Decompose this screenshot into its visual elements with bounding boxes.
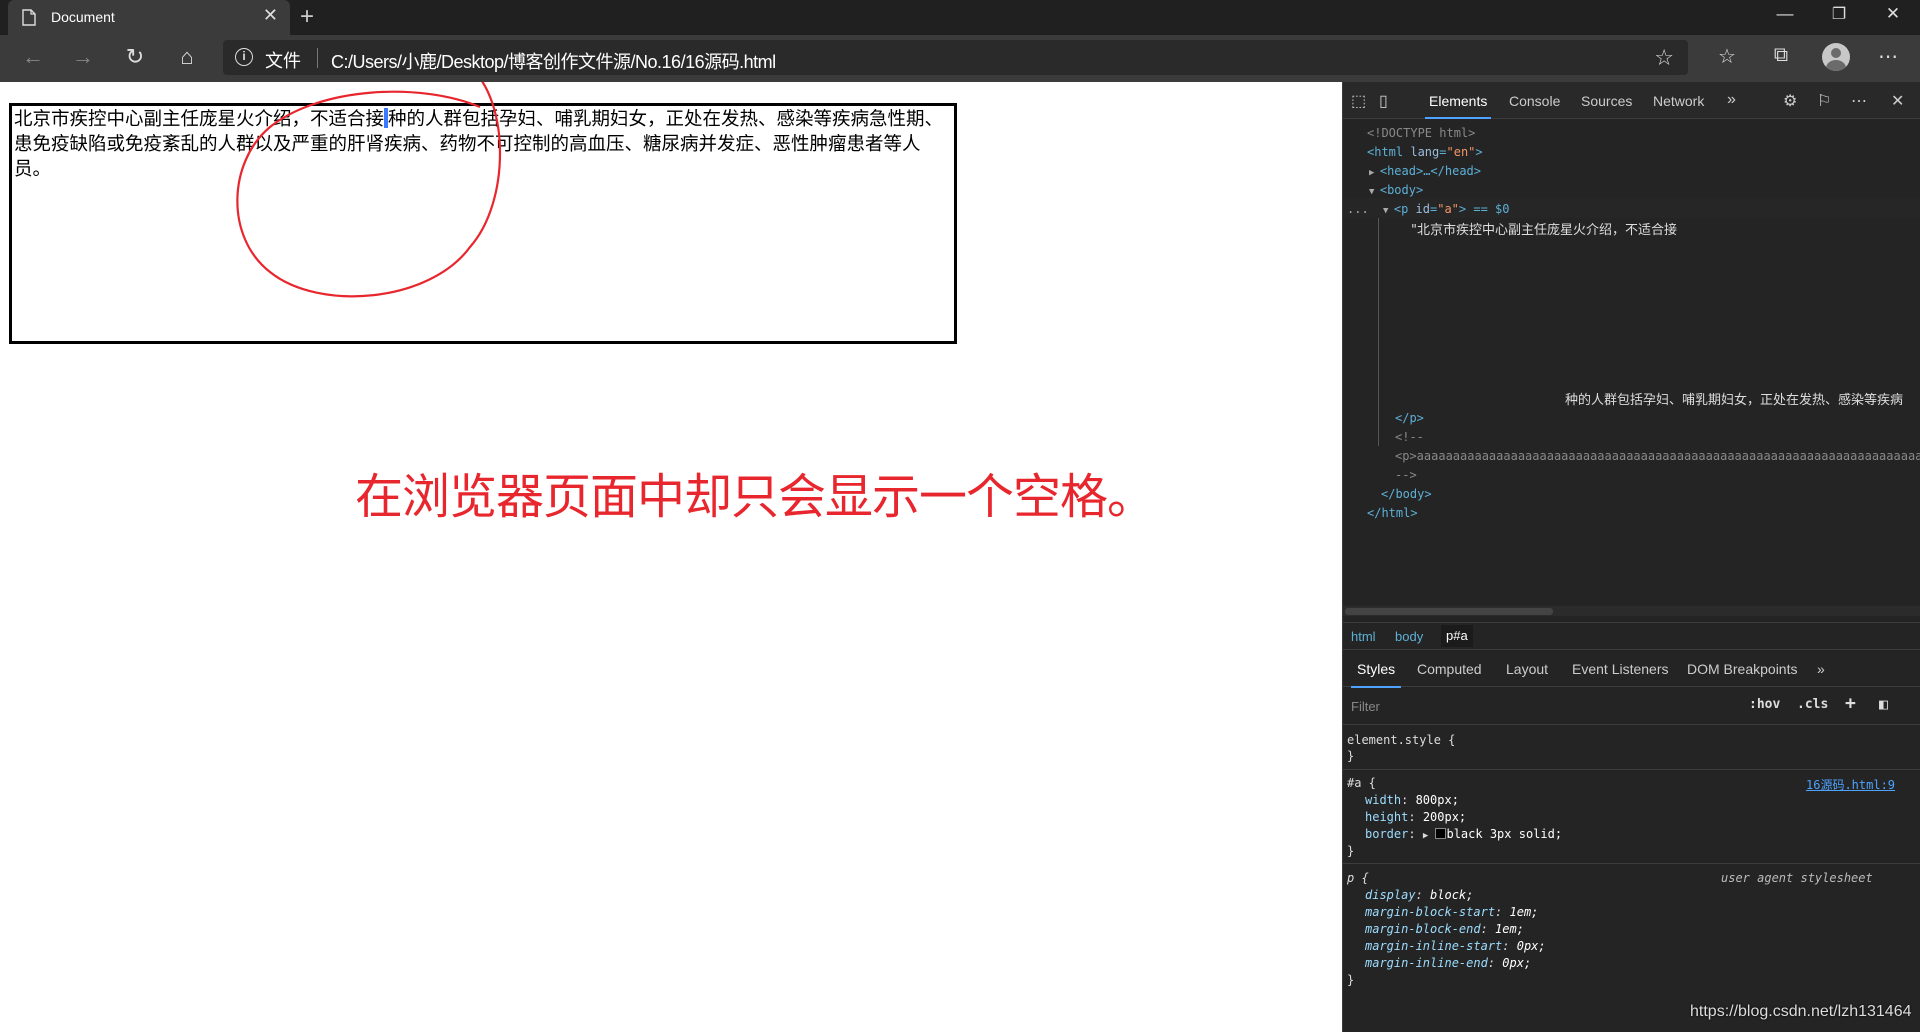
breadcrumb-body[interactable]: body (1395, 629, 1423, 644)
minimize-icon[interactable]: — (1762, 4, 1808, 24)
prop-display: display: block; (1365, 888, 1474, 902)
breadcrumb: html body p#a (1343, 622, 1920, 650)
refresh-icon[interactable]: ↻ (120, 44, 150, 70)
new-tab-icon[interactable]: + (300, 3, 314, 31)
browser-toolbar: ← → ↻ ⌂ i 文件 C:/Users/小鹿/Desktop/博客创作文件源… (0, 35, 1920, 82)
cls-button[interactable]: .cls (1797, 697, 1828, 712)
browser-tab[interactable]: Document ✕ (8, 0, 290, 35)
address-prefix: 文件 (265, 51, 301, 71)
tab-dom-breakpoints[interactable]: DOM Breakpoints (1687, 661, 1797, 677)
prop-margin-inline-end: margin-inline-end: 0px; (1365, 956, 1532, 970)
text-node-line-1[interactable]: "北京市疾控中心副主任庞星火介绍，不适合接 (1411, 219, 1677, 238)
html-close-tag[interactable]: </html> (1367, 506, 1418, 520)
tab-title: Document (51, 9, 115, 25)
p-node-selected[interactable]: ▼ <p id="a"> == $0 (1383, 202, 1509, 216)
p-close-tag[interactable]: </p> (1395, 411, 1424, 425)
rule-divider (1343, 863, 1920, 864)
tree-horizontal-scrollbar[interactable] (1343, 606, 1920, 616)
filter-input[interactable]: Filter (1351, 699, 1380, 714)
comment-text[interactable]: <p>aaaaaaaaaaaaaaaaaaaaaaaaaaaaaaaaaaaaa… (1395, 449, 1920, 463)
devtools-more-icon[interactable]: ⋯ (1851, 91, 1867, 111)
settings-gear-icon[interactable]: ⚙ (1783, 91, 1797, 111)
tab-network[interactable]: Network (1653, 93, 1704, 109)
home-icon[interactable]: ⌂ (172, 44, 202, 70)
dom-tree: <!DOCTYPE html> <html lang="en"> ▶ <head… (1343, 120, 1920, 608)
paragraph-text-start: 北京市疾控中心副主任庞星火介绍，不适合接 (14, 109, 385, 130)
close-tab-icon[interactable]: ✕ (263, 5, 278, 26)
devtools-tab-bar: ⬚ ▯ Elements Console Sources Network » ⚙… (1343, 82, 1920, 119)
hov-button[interactable]: :hov (1749, 697, 1780, 712)
element-style-selector[interactable]: element.style { (1347, 733, 1455, 747)
address-divider (317, 48, 318, 68)
tab-elements[interactable]: Elements (1424, 93, 1492, 119)
tree-guide-line (1378, 218, 1379, 446)
rule-p-selector[interactable]: p { (1347, 871, 1369, 885)
prop-margin-block-start: margin-block-start: 1em; (1365, 905, 1539, 919)
watermark: https://blog.csdn.net/lzh131464 (1690, 1003, 1912, 1020)
more-tabs-chevron-icon[interactable]: » (1727, 91, 1736, 109)
web-page: 北京市疾控中心副主任庞星火介绍，不适合接 种的人群包括孕妇、哺乳期妇女，正处在发热… (0, 82, 1342, 1032)
close-window-icon[interactable]: ✕ (1870, 4, 1916, 24)
rule-a-selector[interactable]: #a { (1347, 776, 1376, 790)
user-agent-label: user agent stylesheet (1721, 871, 1873, 885)
rule-a-source-link[interactable]: 16源码.html:9 (1806, 776, 1895, 793)
device-toolbar-icon[interactable]: ▯ (1379, 91, 1388, 111)
node-actions-ellipsis[interactable]: ... (1347, 202, 1369, 216)
tab-console[interactable]: Console (1509, 93, 1560, 109)
breadcrumb-html[interactable]: html (1351, 629, 1376, 644)
styles-filter-bar: Filter :hov .cls + ◧ (1343, 687, 1920, 725)
rule-p-close: } (1347, 973, 1355, 987)
rule-a-close: } (1347, 844, 1355, 858)
bordered-paragraph: 北京市疾控中心副主任庞星火介绍，不适合接 种的人群包括孕妇、哺乳期妇女，正处在发热… (9, 103, 957, 344)
url-text[interactable]: C:/Users/小鹿/Desktop/博客创作文件源/No.16/16源码.h… (331, 48, 776, 74)
styles-pane: element.style { } #a { 16源码.html:9 width… (1343, 725, 1920, 1032)
document-icon (22, 9, 36, 26)
favorite-star-icon[interactable]: ☆ (1654, 45, 1674, 71)
forward-arrow-icon[interactable]: → (68, 44, 98, 70)
breadcrumb-p-a[interactable]: p#a (1441, 625, 1473, 647)
tab-styles[interactable]: Styles (1350, 661, 1402, 688)
toggle-sidebar-icon[interactable]: ◧ (1879, 695, 1888, 713)
html-node[interactable]: <html lang="en"> (1367, 145, 1483, 159)
element-style-close: } (1347, 749, 1355, 763)
color-swatch[interactable] (1435, 828, 1447, 839)
comment-open[interactable]: <!-- (1395, 430, 1424, 444)
address-bar[interactable]: i 文件 C:/Users/小鹿/Desktop/博客创作文件源/No.16/1… (223, 40, 1688, 75)
restore-icon[interactable]: ❐ (1816, 4, 1862, 24)
body-node[interactable]: ▼ <body> (1369, 183, 1423, 197)
tab-layout[interactable]: Layout (1506, 661, 1548, 677)
prop-margin-block-end: margin-block-end: 1em; (1365, 922, 1524, 936)
text-node-line-2[interactable]: 种的人群包括孕妇、哺乳期妇女，正处在发热、感染等疾病 (1565, 389, 1903, 408)
favorites-icon[interactable]: ☆ (1712, 44, 1742, 69)
rule-divider (1343, 769, 1920, 770)
feedback-icon[interactable]: ⚐ (1817, 91, 1831, 111)
devtools-panel: ⬚ ▯ Elements Console Sources Network » ⚙… (1342, 82, 1920, 1032)
prop-height[interactable]: height: 200px; (1365, 810, 1466, 824)
back-arrow-icon[interactable]: ← (18, 44, 48, 70)
tab-event-listeners[interactable]: Event Listeners (1572, 661, 1669, 677)
tab-sources[interactable]: Sources (1581, 93, 1632, 109)
new-rule-plus-icon[interactable]: + (1845, 693, 1856, 714)
comment-close[interactable]: --> (1395, 468, 1417, 482)
body-close-tag[interactable]: </body> (1381, 487, 1432, 501)
styles-tab-bar: Styles Computed Layout Event Listeners D… (1343, 650, 1920, 688)
tab-computed[interactable]: Computed (1417, 661, 1482, 677)
collections-icon[interactable]: ⧉ (1766, 44, 1796, 67)
prop-border[interactable]: border: ▶ black 3px solid; (1365, 827, 1562, 841)
profile-avatar[interactable] (1822, 43, 1850, 71)
doctype-node[interactable]: <!DOCTYPE html> (1367, 126, 1475, 140)
more-style-tabs-icon[interactable]: » (1817, 661, 1825, 677)
title-bar: Document ✕ + — ❐ ✕ (0, 0, 1920, 35)
annotation-caption: 在浏览器页面中却只会显示一个空格。 (355, 469, 1155, 525)
more-menu-icon[interactable]: ⋯ (1873, 44, 1903, 69)
info-icon[interactable]: i (235, 48, 253, 66)
head-node[interactable]: ▶ <head>…</head> (1369, 164, 1481, 178)
close-devtools-icon[interactable]: ✕ (1891, 91, 1904, 111)
prop-margin-inline-start: margin-inline-start: 0px; (1365, 939, 1546, 953)
inspect-element-icon[interactable]: ⬚ (1351, 91, 1366, 111)
prop-width[interactable]: width: 800px; (1365, 793, 1459, 807)
